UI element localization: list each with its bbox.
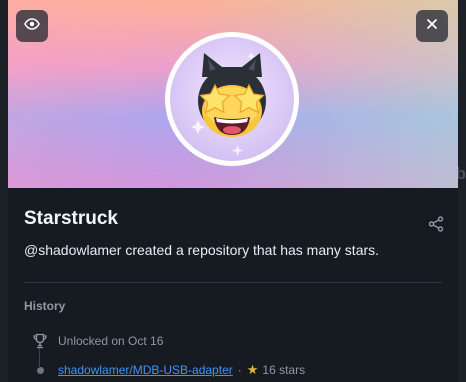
star-count: 16 stars — [262, 363, 306, 377]
history-item-unlocked: Unlocked on Oct 16 — [32, 331, 442, 351]
toggle-visibility-button[interactable] — [16, 10, 48, 42]
starstruck-badge-icon — [170, 37, 294, 161]
achievement-description: @shadowlamer created a repository that h… — [24, 242, 380, 258]
history-item-repo: shadowlamer/MDB-USB-adapter · ★ 16 stars — [32, 360, 442, 380]
divider — [24, 282, 442, 283]
timeline-dot — [32, 362, 48, 378]
close-button[interactable] — [416, 10, 448, 42]
timeline-connector — [39, 348, 40, 368]
share-icon — [428, 216, 444, 236]
star-icon: ★ — [246, 362, 259, 377]
achievement-hero — [8, 0, 458, 188]
separator: · — [237, 363, 242, 377]
achievement-title: Starstruck — [24, 208, 118, 229]
eye-icon — [24, 16, 40, 37]
history-timeline: Unlocked on Oct 16 shadowlamer/MDB-USB-a… — [24, 331, 442, 380]
unlocked-date: Unlocked on Oct 16 — [58, 334, 164, 348]
history-heading: History — [24, 299, 66, 313]
achievement-badge — [165, 32, 299, 166]
achievement-modal: Starstruck @shadowlamer created a reposi… — [8, 0, 458, 382]
achievement-details: Starstruck @shadowlamer created a reposi… — [8, 188, 458, 380]
share-button[interactable] — [428, 216, 444, 237]
repository-link[interactable]: shadowlamer/MDB-USB-adapter — [58, 363, 233, 377]
close-icon — [425, 17, 439, 36]
trophy-icon — [32, 333, 48, 349]
